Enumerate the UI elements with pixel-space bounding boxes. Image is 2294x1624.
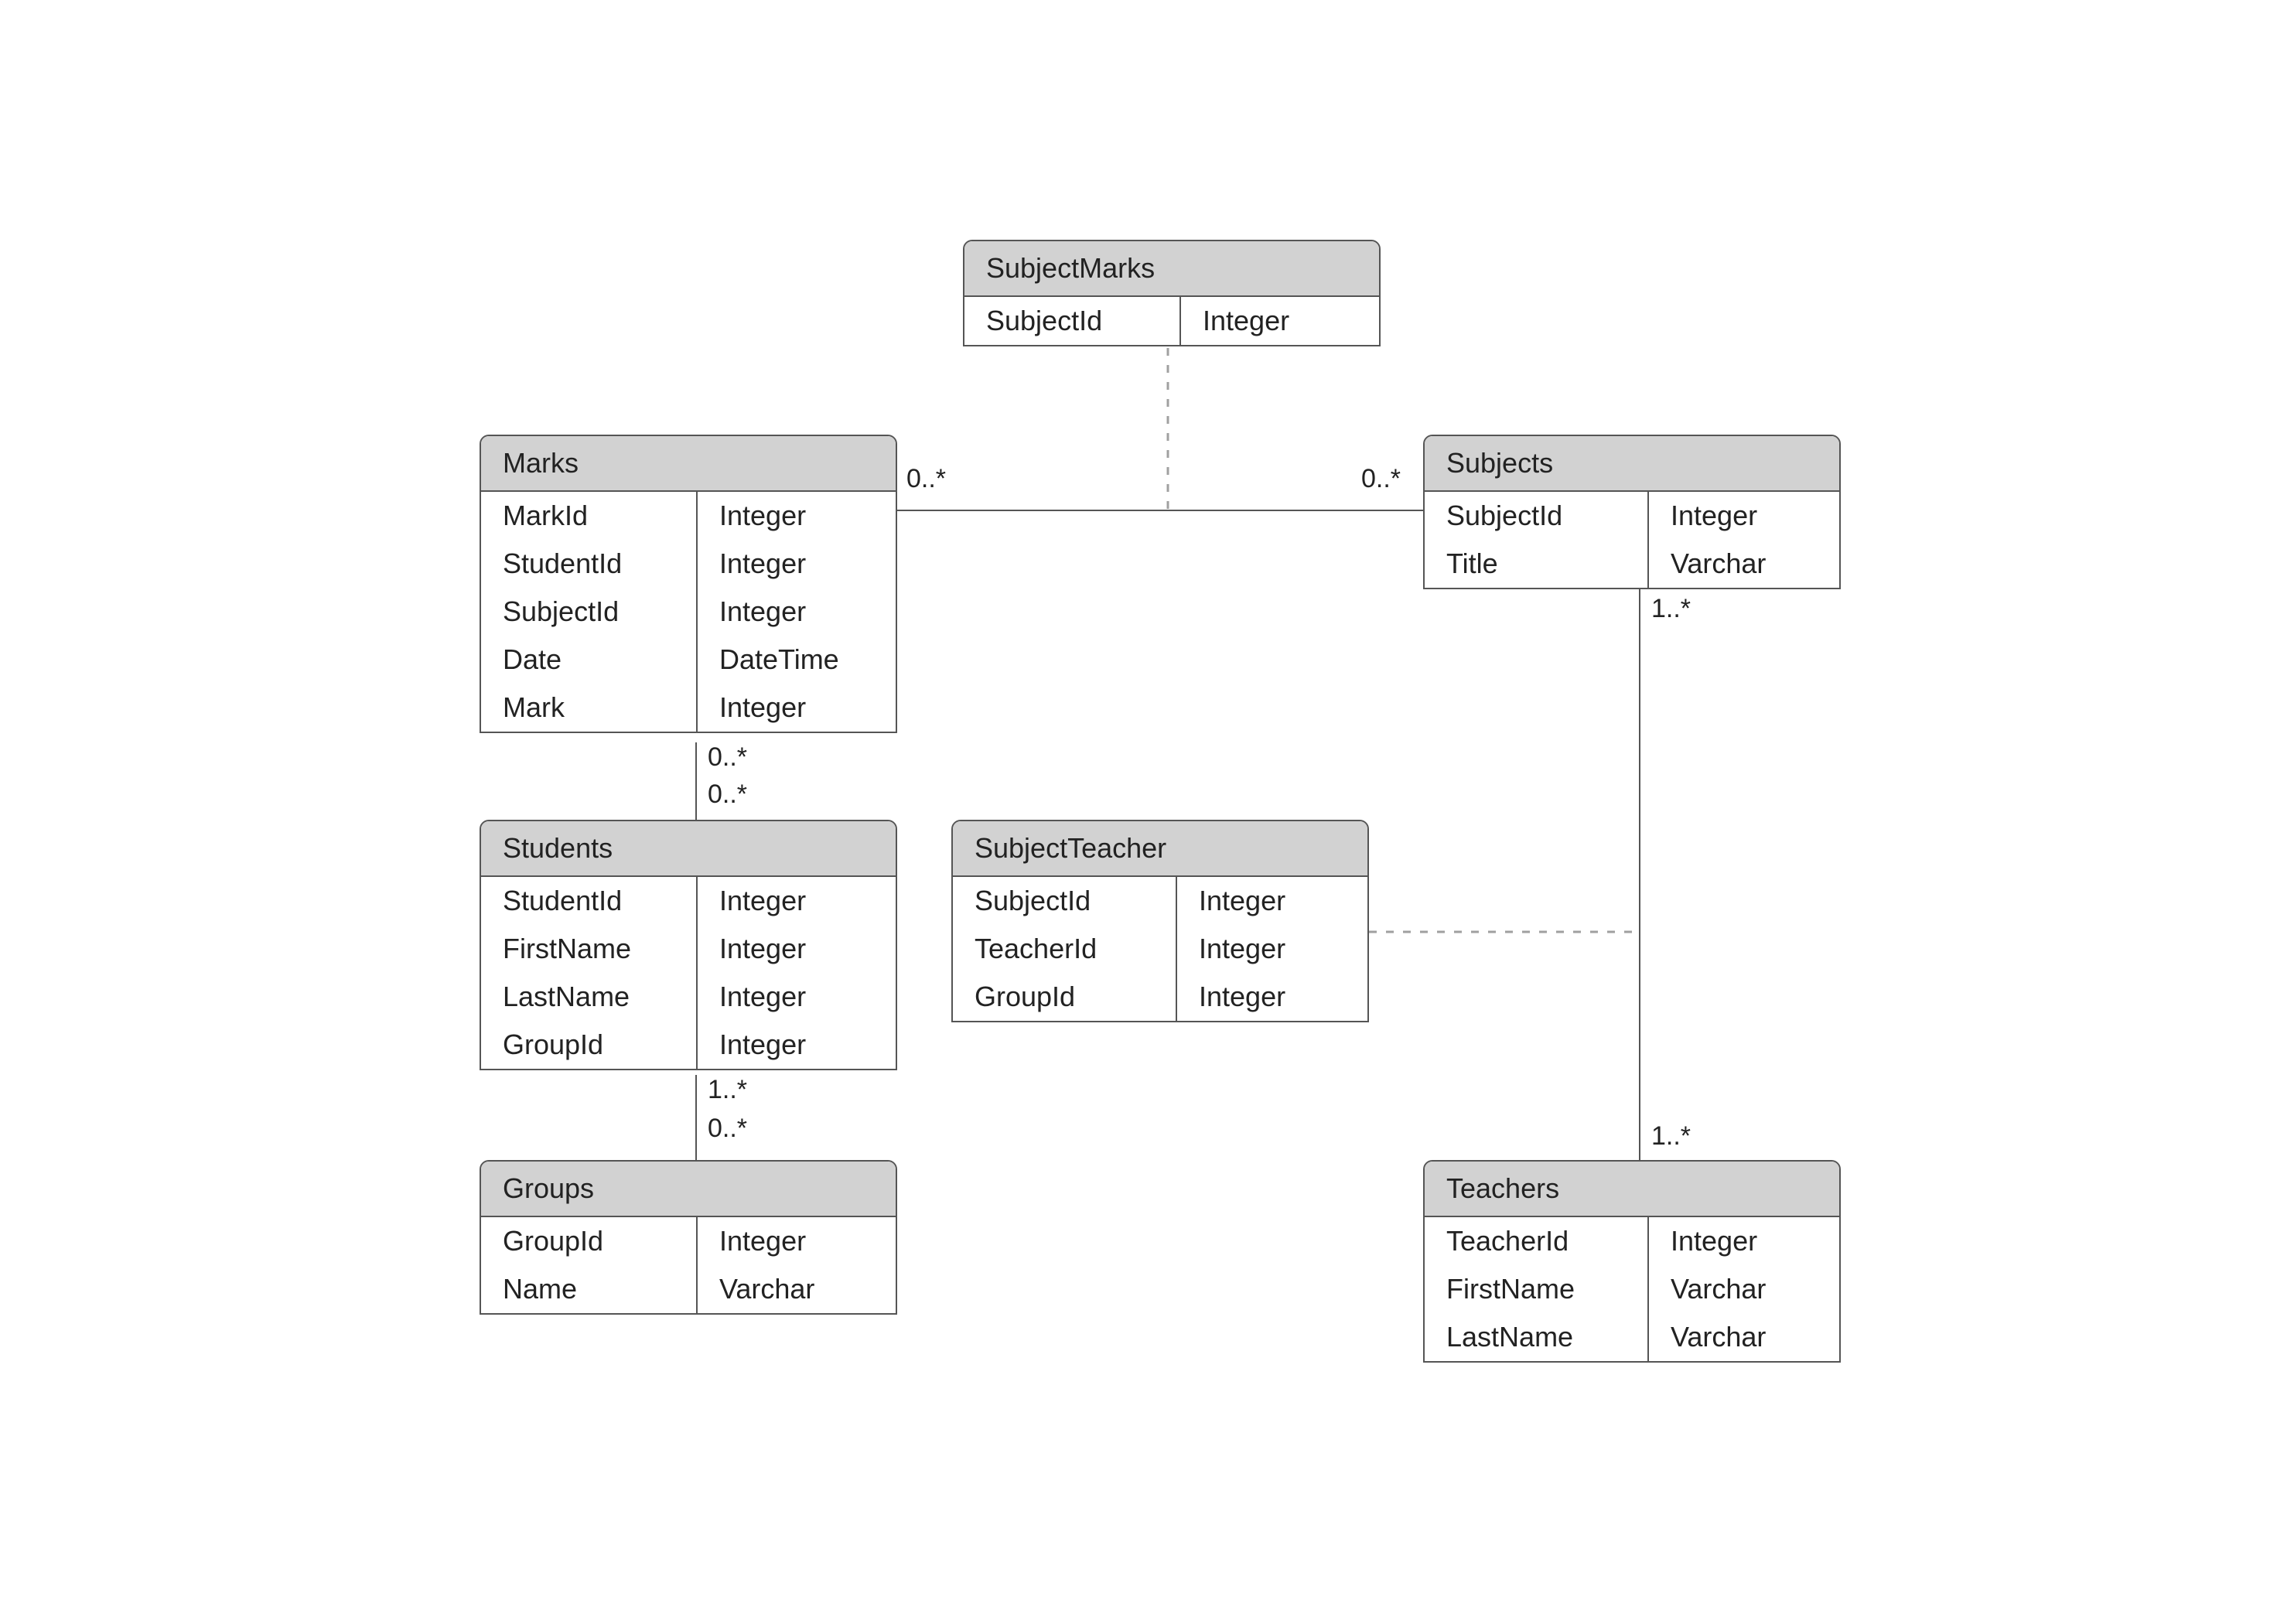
field-name: FirstName — [1425, 1265, 1649, 1313]
field-name: TeacherId — [953, 925, 1177, 973]
multiplicity-teachers-top: 1..* — [1651, 1121, 1691, 1151]
field-type: Integer — [1181, 297, 1311, 345]
field-type: Integer — [1649, 492, 1779, 540]
field-name: SubjectId — [481, 588, 698, 636]
field-row: SubjectId Integer — [481, 588, 896, 636]
field-name: LastName — [481, 973, 698, 1021]
field-name: Mark — [481, 684, 698, 732]
multiplicity-marks-bottom: 0..* — [708, 742, 747, 773]
field-type: Integer — [1177, 973, 1307, 1021]
field-type: Varchar — [1649, 540, 1787, 588]
field-type: Integer — [1177, 925, 1307, 973]
field-row: FirstName Integer — [481, 925, 896, 973]
entity-title: Subjects — [1425, 436, 1839, 492]
field-name: GroupId — [481, 1021, 698, 1069]
entity-groups: Groups GroupId Integer Name Varchar — [480, 1160, 897, 1315]
field-name: StudentId — [481, 877, 698, 925]
entity-title: SubjectMarks — [964, 241, 1379, 297]
field-name: Name — [481, 1265, 698, 1313]
field-row: FirstName Varchar — [1425, 1265, 1839, 1313]
field-type: Integer — [698, 492, 828, 540]
field-type: Integer — [698, 1217, 828, 1265]
field-type: DateTime — [698, 636, 861, 684]
entity-title: SubjectTeacher — [953, 821, 1367, 877]
field-type: Varchar — [1649, 1265, 1787, 1313]
field-name: FirstName — [481, 925, 698, 973]
entity-subjects: Subjects SubjectId Integer Title Varchar — [1423, 435, 1841, 589]
entity-students: Students StudentId Integer FirstName Int… — [480, 820, 897, 1070]
field-row: SubjectId Integer — [1425, 492, 1839, 540]
field-name: GroupId — [953, 973, 1177, 1021]
field-row: GroupId Integer — [481, 1021, 896, 1069]
field-type: Integer — [698, 925, 828, 973]
field-type: Integer — [1649, 1217, 1779, 1265]
field-name: SubjectId — [964, 297, 1181, 345]
field-name: LastName — [1425, 1313, 1649, 1361]
field-name: Date — [481, 636, 698, 684]
multiplicity-students-top: 0..* — [708, 780, 747, 810]
entity-title: Students — [481, 821, 896, 877]
field-type: Varchar — [698, 1265, 836, 1313]
field-type: Integer — [698, 684, 828, 732]
field-name: Title — [1425, 540, 1649, 588]
multiplicity-groups-top: 0..* — [708, 1114, 747, 1144]
field-row: SubjectId Integer — [964, 297, 1379, 345]
entity-subject-marks: SubjectMarks SubjectId Integer — [963, 240, 1381, 346]
field-row: GroupId Integer — [481, 1217, 896, 1265]
field-row: LastName Integer — [481, 973, 896, 1021]
field-row: MarkId Integer — [481, 492, 896, 540]
field-row: LastName Varchar — [1425, 1313, 1839, 1361]
field-row: TeacherId Integer — [953, 925, 1367, 973]
entity-subject-teacher: SubjectTeacher SubjectId Integer Teacher… — [951, 820, 1369, 1022]
field-row: Mark Integer — [481, 684, 896, 732]
field-row: GroupId Integer — [953, 973, 1367, 1021]
field-name: MarkId — [481, 492, 698, 540]
field-name: StudentId — [481, 540, 698, 588]
field-name: SubjectId — [953, 877, 1177, 925]
field-type: Integer — [698, 588, 828, 636]
entity-marks: Marks MarkId Integer StudentId Integer S… — [480, 435, 897, 733]
field-type: Integer — [698, 1021, 828, 1069]
multiplicity-subjects-bottom: 1..* — [1651, 594, 1691, 624]
field-row: TeacherId Integer — [1425, 1217, 1839, 1265]
field-type: Varchar — [1649, 1313, 1787, 1361]
multiplicity-marks-subjects-right: 0..* — [1361, 464, 1401, 494]
field-row: Title Varchar — [1425, 540, 1839, 588]
entity-title: Teachers — [1425, 1162, 1839, 1217]
field-row: StudentId Integer — [481, 877, 896, 925]
erd-canvas: 0..* 0..* 1..* 0..* 0..* 1..* 0..* 1..* … — [0, 0, 2294, 1624]
field-name: TeacherId — [1425, 1217, 1649, 1265]
field-name: GroupId — [481, 1217, 698, 1265]
field-row: StudentId Integer — [481, 540, 896, 588]
field-name: SubjectId — [1425, 492, 1649, 540]
field-type: Integer — [698, 877, 828, 925]
field-row: Name Varchar — [481, 1265, 896, 1313]
entity-teachers: Teachers TeacherId Integer FirstName Var… — [1423, 1160, 1841, 1363]
entity-title: Groups — [481, 1162, 896, 1217]
multiplicity-students-bottom: 1..* — [708, 1075, 747, 1105]
field-type: Integer — [698, 540, 828, 588]
field-row: SubjectId Integer — [953, 877, 1367, 925]
field-row: Date DateTime — [481, 636, 896, 684]
multiplicity-marks-subjects-left: 0..* — [906, 464, 946, 494]
field-type: Integer — [698, 973, 828, 1021]
field-type: Integer — [1177, 877, 1307, 925]
entity-title: Marks — [481, 436, 896, 492]
